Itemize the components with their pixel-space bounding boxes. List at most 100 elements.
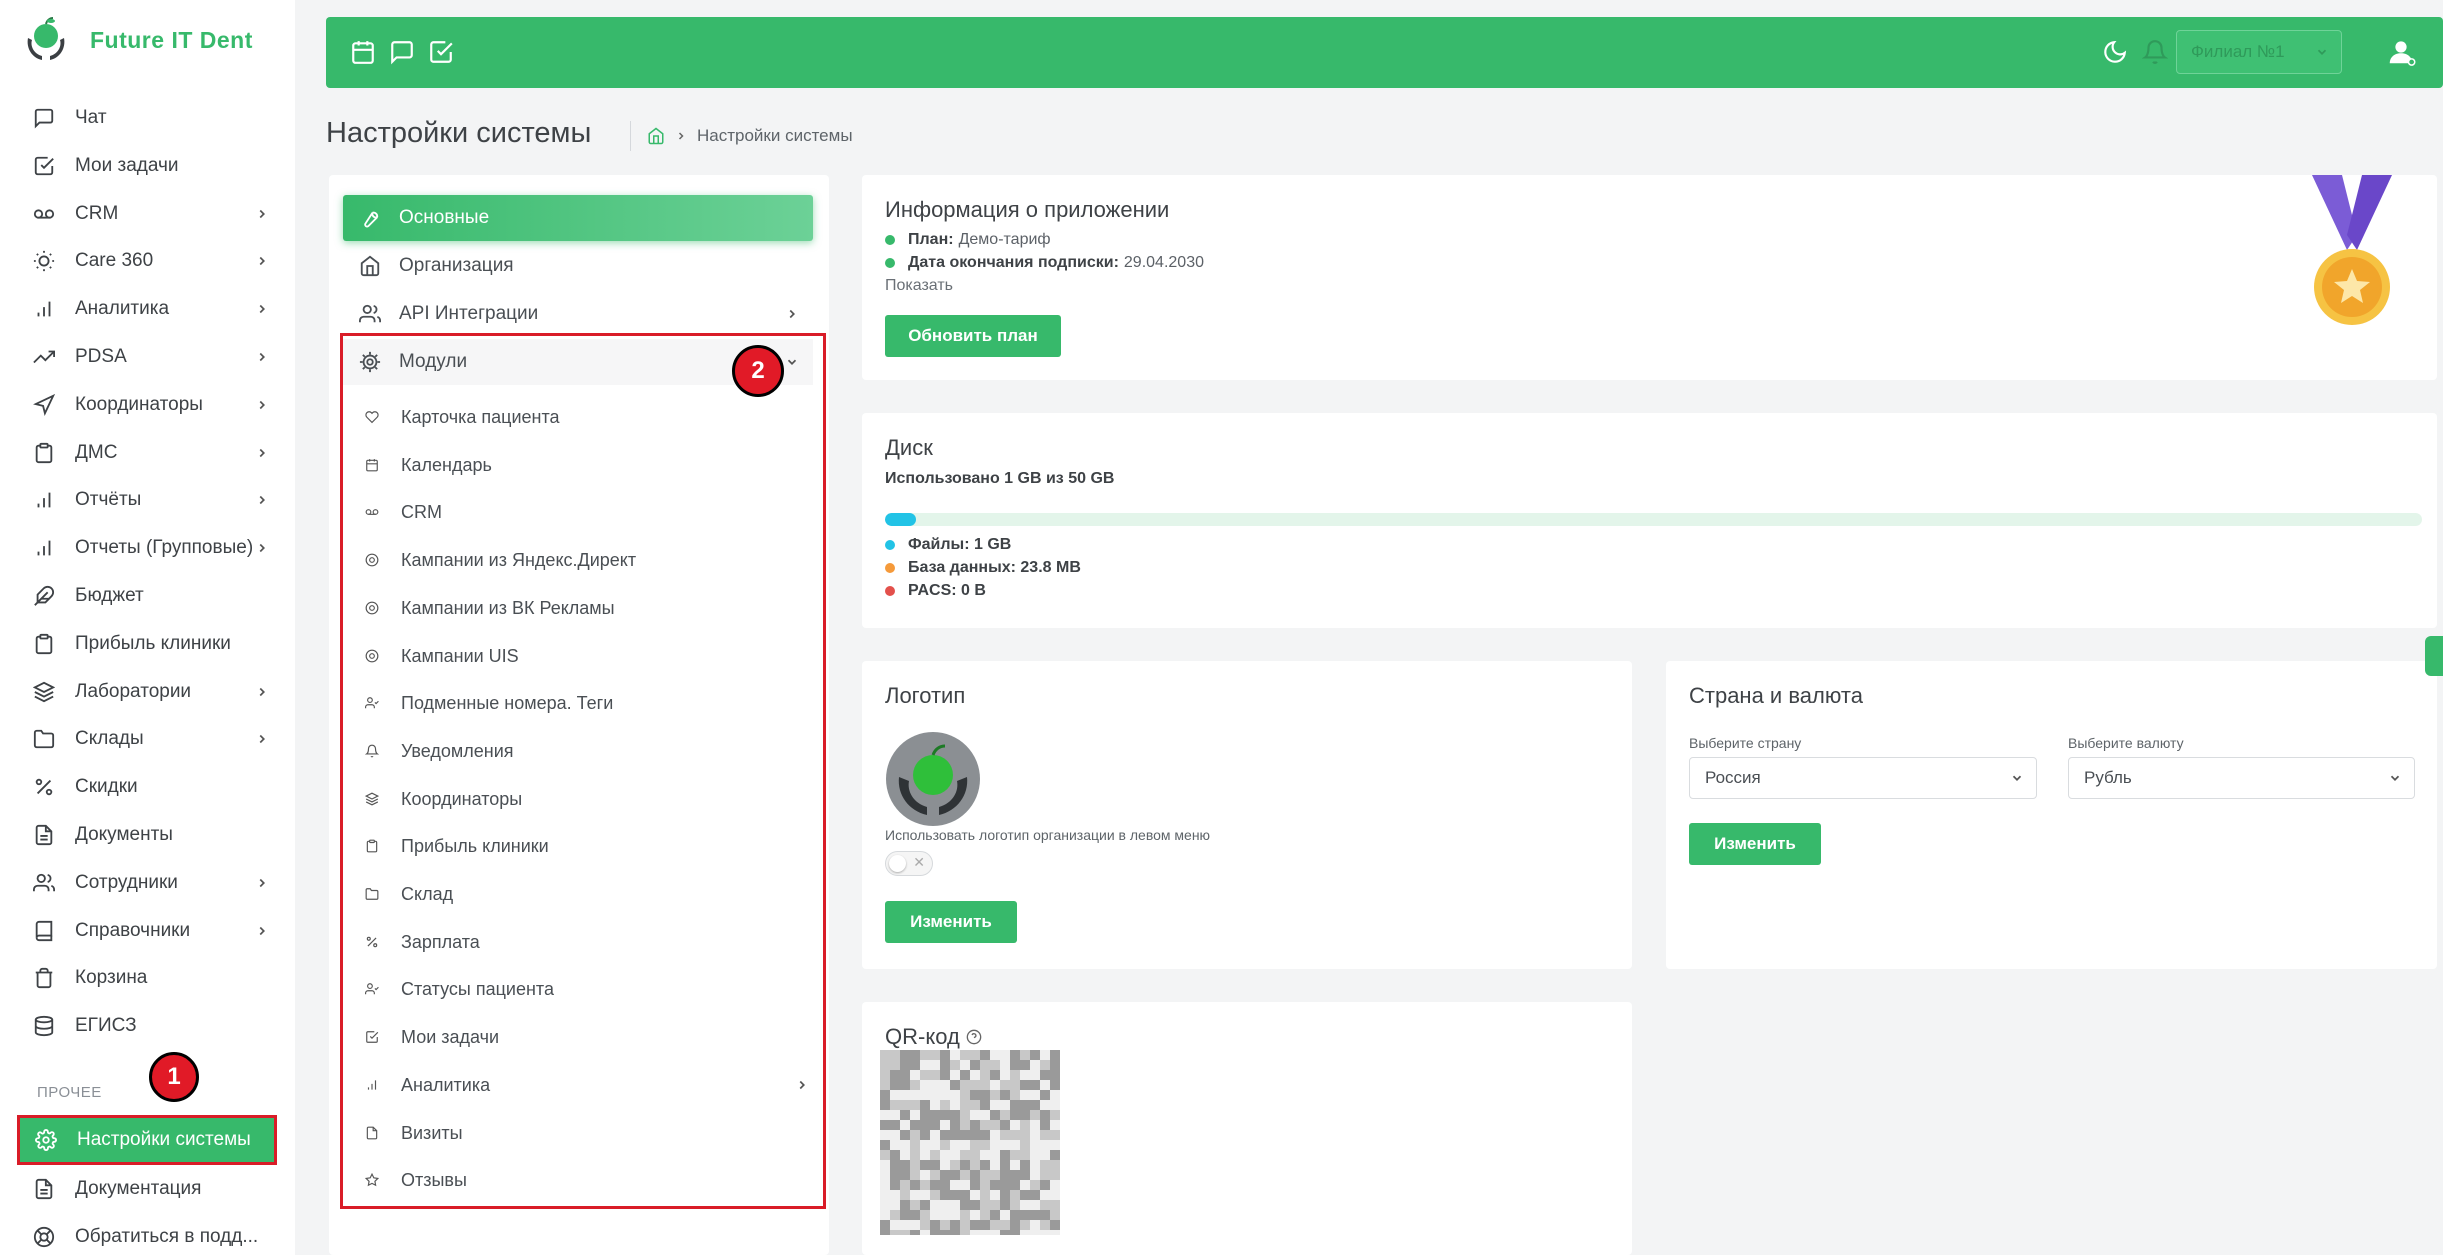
app-info-card: Информация о приложении План: Демо-тариф…	[862, 175, 2437, 380]
sidebar-item-7[interactable]: ДМС	[0, 429, 295, 477]
settings-tab-organization[interactable]: Организация	[343, 243, 813, 289]
settings-tab-general[interactable]: Основные	[343, 195, 813, 241]
legend-pacs: PACS: 0 B	[885, 582, 991, 600]
sidebar-item-1[interactable]: Мои задачи	[0, 142, 295, 190]
sidebar-item-15[interactable]: Документы	[0, 811, 295, 859]
legend-files: Файлы: 1 GB	[885, 536, 1016, 554]
sidebar-item-19[interactable]: ЕГИСЗ	[0, 1002, 295, 1050]
bell-icon[interactable]	[2142, 39, 2168, 65]
settings-drawer-tab[interactable]	[2425, 636, 2443, 676]
chevron-right-icon	[255, 350, 269, 364]
user-icon[interactable]	[2386, 37, 2416, 67]
sidebar-item-label: Координаторы	[75, 394, 203, 415]
calendar-icon[interactable]	[350, 39, 376, 65]
sidebar-item-12[interactable]: Лаборатории	[0, 668, 295, 716]
chevron-right-icon	[255, 493, 269, 507]
brand[interactable]: Future IT Dent	[20, 14, 253, 66]
brand-name: Future IT Dent	[90, 26, 253, 53]
sidebar-item-label: Care 360	[75, 250, 154, 271]
document-icon	[33, 1178, 55, 1200]
branch-select[interactable]: Филиал №1	[2176, 30, 2342, 74]
country-select[interactable]: Россия	[1689, 757, 2037, 799]
sidebar-item-2[interactable]: CRM	[0, 190, 295, 238]
sidebar-item-label: Бюджет	[75, 585, 144, 606]
plan-value: Демо-тариф	[958, 231, 1051, 248]
chevron-right-icon	[785, 307, 799, 321]
chat-icon	[33, 107, 55, 129]
home-icon	[359, 255, 381, 277]
plan-row: План: Демо-тариф	[885, 231, 1051, 249]
trash-icon	[33, 967, 55, 989]
qr-card: QR-код	[862, 1002, 1632, 1255]
chevron-down-icon	[2388, 771, 2402, 785]
sun-icon	[33, 250, 55, 272]
sidebar-item-11[interactable]: Прибыль клиники	[0, 620, 295, 668]
branch-select-value: Филиал №1	[2191, 42, 2285, 61]
apple-logo-icon	[20, 14, 72, 66]
settings-tab-api[interactable]: API Интеграции	[343, 291, 813, 337]
sidebar-item-5[interactable]: PDSA	[0, 333, 295, 381]
sidebar-item-0[interactable]: Чат	[0, 94, 295, 142]
medal-icon	[2302, 175, 2402, 325]
status-dot	[885, 235, 895, 245]
voicemail-icon	[33, 203, 55, 225]
disk-title: Диск	[885, 435, 933, 460]
sidebar-item-label: Аналитика	[75, 298, 170, 319]
sidebar-item-documentation[interactable]: Документация	[0, 1165, 295, 1213]
currency-select-value: Рубль	[2084, 768, 2132, 787]
sidebar-item-18[interactable]: Корзина	[0, 954, 295, 1002]
sidebar-item-8[interactable]: Отчёты	[0, 476, 295, 524]
users-icon	[33, 872, 55, 894]
sidebar-item-14[interactable]: Скидки	[0, 763, 295, 811]
currency-select[interactable]: Рубль	[2068, 757, 2415, 799]
logo-toggle[interactable]: ✕	[885, 851, 933, 876]
sidebar-item-label: Документация	[75, 1178, 202, 1199]
country-label: Выберите страну	[1689, 735, 1802, 751]
chevron-right-icon	[255, 541, 269, 555]
sidebar-item-support[interactable]: Обратиться в подд...	[0, 1213, 295, 1255]
sidebar-item-label: Сотрудники	[75, 872, 178, 893]
status-dot	[885, 258, 895, 268]
bar-chart-icon	[33, 298, 55, 320]
breadcrumb-current: Настройки системы	[697, 126, 853, 145]
clipboard-icon	[33, 442, 55, 464]
country-card: Страна и валюта Выберите страну Россия В…	[1666, 661, 2437, 969]
country-change-button[interactable]: Изменить	[1689, 823, 1821, 865]
sidebar-item-label: Обратиться в подд...	[75, 1226, 259, 1247]
legend-database: База данных: 23.8 MB	[885, 559, 1086, 577]
sidebar-item-13[interactable]: Склады	[0, 715, 295, 763]
checkbox-icon[interactable]	[428, 39, 454, 65]
highlight-box-2	[340, 333, 826, 1209]
sidebar-item-6[interactable]: Координаторы	[0, 381, 295, 429]
chevron-right-icon	[255, 398, 269, 412]
legend-label: PACS: 0 B	[908, 582, 986, 599]
toggle-knob	[889, 855, 906, 872]
folder-icon	[33, 728, 55, 750]
app-info-title: Информация о приложении	[885, 197, 1170, 222]
help-icon[interactable]	[966, 1029, 982, 1045]
bar-chart-icon	[33, 489, 55, 511]
sidebar-item-label: Отчёты	[75, 489, 142, 510]
organization-logo-icon[interactable]	[885, 731, 981, 827]
chat-icon[interactable]	[389, 39, 415, 65]
sidebar: Future IT Dent Чат Мои задачи CRM Care 360 А…	[0, 0, 295, 1255]
sidebar-item-17[interactable]: Справочники	[0, 907, 295, 955]
show-link[interactable]: Показать	[885, 277, 953, 295]
sidebar-item-4[interactable]: Аналитика	[0, 285, 295, 333]
home-icon[interactable]	[647, 127, 665, 145]
page-title: Настройки системы	[326, 117, 592, 149]
sidebar-item-16[interactable]: Сотрудники	[0, 859, 295, 907]
logo-change-button[interactable]: Изменить	[885, 901, 1017, 943]
sidebar-item-3[interactable]: Care 360	[0, 237, 295, 285]
clipboard-icon	[33, 633, 55, 655]
sidebar-item-10[interactable]: Бюджет	[0, 572, 295, 620]
qr-title: QR-код	[885, 1024, 960, 1049]
sidebar-item-9[interactable]: Отчеты (Групповые)	[0, 524, 295, 572]
step-marker-2: 2	[732, 345, 784, 397]
update-plan-button[interactable]: Обновить план	[885, 315, 1061, 357]
chevron-right-icon	[675, 130, 687, 142]
moon-icon[interactable]	[2102, 39, 2128, 65]
expiry-value: 29.04.2030	[1123, 254, 1204, 271]
country-select-value: Россия	[1705, 768, 1761, 787]
breadcrumb: Настройки системы	[630, 121, 853, 151]
